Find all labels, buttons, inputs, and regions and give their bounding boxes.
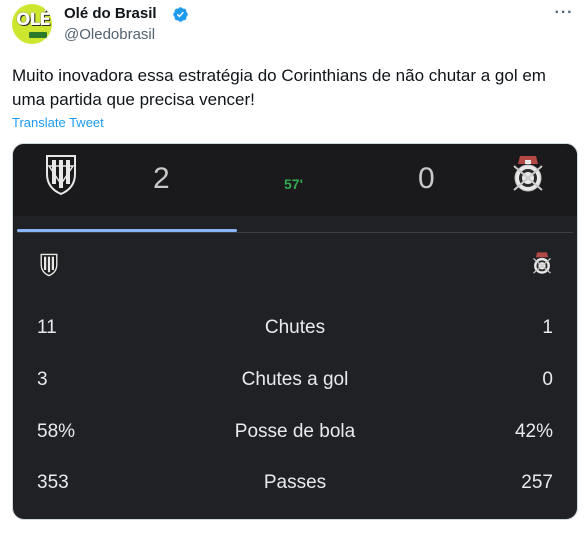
stat-away-value: 42% <box>514 421 553 442</box>
stat-label: Passes <box>263 472 327 493</box>
corinthians-crest-icon <box>513 156 543 192</box>
avatar[interactable]: OLÉ <box>12 4 52 44</box>
match-stats-card[interactable]: 2 57' 0 11 Chutes 1 3 Chutes a gol 0 58%… <box>12 143 578 520</box>
stat-row-chutes-a-gol: 3 Chutes a gol 0 <box>13 369 577 399</box>
display-name[interactable]: Olé do Brasil <box>64 5 157 22</box>
avatar-logo-text: OLÉ <box>16 10 51 30</box>
stat-row-chutes: 11 Chutes 1 <box>13 317 577 347</box>
stat-away-value: 0 <box>542 369 553 390</box>
translate-tweet-link[interactable]: Translate Tweet <box>12 115 104 130</box>
user-handle[interactable]: @Oledobrasil <box>64 26 155 43</box>
scoreboard: 2 57' 0 <box>13 144 577 216</box>
away-score: 0 <box>418 162 435 195</box>
tweet-header: OLÉ Olé do Brasil @Oledobrasil ··· <box>12 4 576 48</box>
verified-badge-icon <box>173 7 188 22</box>
independiente-del-valle-crest-icon <box>40 253 58 277</box>
corinthians-crest-icon <box>533 252 551 274</box>
stat-label: Posse de bola <box>234 421 356 442</box>
ellipsis-icon[interactable]: ··· <box>554 5 574 26</box>
avatar-logo-badge <box>29 32 47 38</box>
tab-divider <box>17 232 573 233</box>
stat-row-posse-de-bola: 58% Posse de bola 42% <box>13 421 577 451</box>
stat-away-value: 257 <box>521 472 553 493</box>
home-score: 2 <box>153 162 170 195</box>
tweet-text: Muito inovadora essa estratégia do Corin… <box>12 66 546 109</box>
match-minute: 57' <box>284 176 303 192</box>
independiente-del-valle-crest-icon <box>46 155 76 196</box>
stat-label: Chutes <box>264 317 326 338</box>
stat-row-passes: 353 Passes 257 <box>13 472 577 502</box>
stat-away-value: 1 <box>542 317 553 338</box>
stat-label: Chutes a gol <box>241 369 349 390</box>
